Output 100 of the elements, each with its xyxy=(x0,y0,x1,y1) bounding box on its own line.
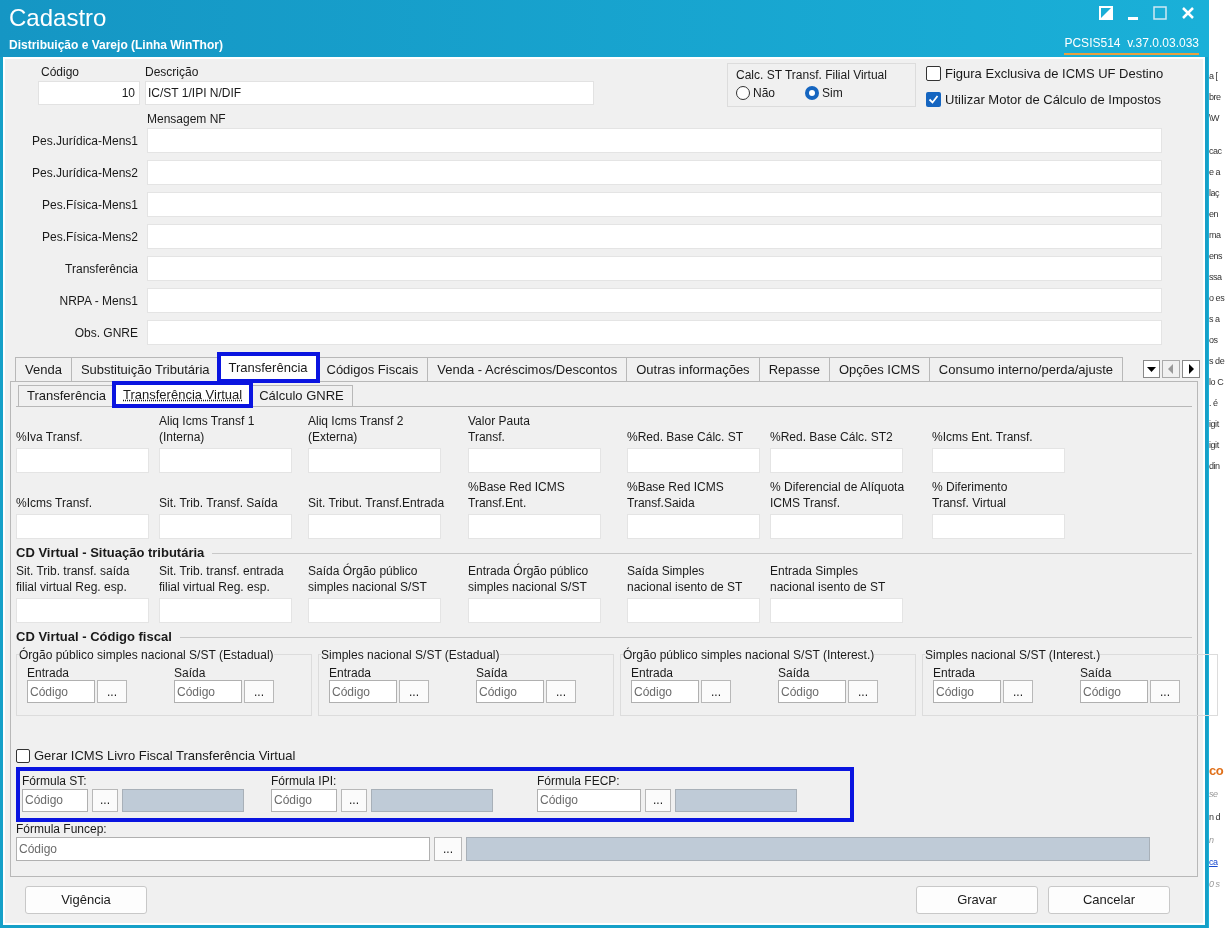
restore-icon[interactable] xyxy=(1099,6,1113,20)
close-icon[interactable] xyxy=(1181,6,1195,20)
browse-button[interactable]: ... xyxy=(434,836,462,861)
browse-button[interactable]: ... xyxy=(244,680,274,703)
radio-option[interactable]: Não xyxy=(736,84,775,102)
field-label: Código xyxy=(40,64,81,81)
check-icon xyxy=(928,93,939,105)
input-field[interactable] xyxy=(770,514,903,539)
scroll-right-icon[interactable] xyxy=(1182,360,1200,378)
code-field[interactable]: Código xyxy=(631,680,699,703)
message-field[interactable] xyxy=(147,160,1162,185)
background-text: s de xyxy=(1209,355,1225,368)
input-field[interactable] xyxy=(468,448,601,473)
checkbox[interactable]: Figura Exclusiva de ICMS UF Destino xyxy=(926,64,1164,84)
code-field[interactable]: Código xyxy=(933,680,1001,703)
field-label: Valor Pauta Transf. xyxy=(468,413,530,445)
field-label: Saída xyxy=(1080,665,1113,680)
dropdown-icon[interactable] xyxy=(1143,360,1160,378)
input-field[interactable] xyxy=(770,448,903,473)
checkbox[interactable]: Gerar ICMS Livro Fiscal Transferência Virtual xyxy=(16,746,296,766)
field-label: Sit. Trib. transf. entrada filial virtual Reg. esp. xyxy=(159,563,284,595)
code-field[interactable]: Código xyxy=(174,680,242,703)
background-text: os xyxy=(1209,334,1218,347)
checkbox[interactable]: Utilizar Motor de Cálculo de Impostos xyxy=(926,89,1164,109)
tab[interactable]: Cálculo GNRE xyxy=(250,385,353,406)
input-field[interactable] xyxy=(159,598,292,623)
tab[interactable]: Transferência xyxy=(18,385,115,406)
button[interactable]: Cancelar xyxy=(1048,886,1170,914)
maximize-icon[interactable] xyxy=(1153,6,1167,20)
tab[interactable]: Transferência xyxy=(218,354,318,381)
message-field[interactable] xyxy=(147,224,1162,249)
browse-button[interactable]: ... xyxy=(546,680,576,703)
input-field[interactable] xyxy=(932,514,1065,539)
input-field[interactable] xyxy=(627,514,760,539)
browse-button[interactable]: ... xyxy=(848,680,878,703)
message-field[interactable] xyxy=(147,256,1162,281)
code-field[interactable]: Código xyxy=(329,680,397,703)
browse-button[interactable]: ... xyxy=(1003,680,1033,703)
browse-button[interactable]: ... xyxy=(92,788,118,812)
code-field[interactable]: Código xyxy=(476,680,544,703)
link[interactable]: ca xyxy=(1209,851,1218,873)
code-field[interactable]: Código xyxy=(537,788,641,812)
input-field[interactable] xyxy=(308,448,441,473)
input-field[interactable] xyxy=(16,514,149,539)
input-field[interactable] xyxy=(159,514,292,539)
background-text: . é xyxy=(1209,397,1218,410)
message-field[interactable] xyxy=(147,288,1162,313)
browse-button[interactable]: ... xyxy=(645,788,671,812)
input-field[interactable] xyxy=(468,514,601,539)
button[interactable]: Gravar xyxy=(916,886,1038,914)
code-field[interactable]: Código xyxy=(271,788,337,812)
input-field[interactable] xyxy=(932,448,1065,473)
browse-button[interactable]: ... xyxy=(701,680,731,703)
field-label: Fórmula IPI: xyxy=(271,772,338,789)
description-field[interactable]: IC/ST 1/IPI N/DIF xyxy=(145,81,594,105)
input-field[interactable] xyxy=(159,448,292,473)
tab[interactable]: Transferência Virtual xyxy=(114,383,252,406)
message-field[interactable] xyxy=(147,128,1162,153)
background-text: o es xyxy=(1209,292,1225,305)
field-label: NRPA - Mens1 xyxy=(58,292,139,310)
field-label: %Icms Ent. Transf. xyxy=(932,429,1033,445)
browse-button[interactable]: ... xyxy=(341,788,367,812)
code-field[interactable]: Código xyxy=(1080,680,1148,703)
radio-option[interactable]: Sim xyxy=(805,84,843,102)
code-field[interactable]: Código xyxy=(778,680,846,703)
field-label: Saída Simples nacional isento de ST xyxy=(627,563,743,595)
tab[interactable]: Consumo interno/perda/ajuste xyxy=(928,357,1124,381)
code-field[interactable]: 10 xyxy=(38,81,140,105)
code-field[interactable]: Código xyxy=(16,836,430,861)
browse-button[interactable]: ... xyxy=(399,680,429,703)
input-field[interactable] xyxy=(468,598,601,623)
input-field[interactable] xyxy=(16,448,149,473)
field-label: %Base Red ICMS Transf.Ent. xyxy=(468,479,565,511)
tab[interactable]: Substituição Tributária xyxy=(70,357,220,381)
group-label: Órgão público simples nacional S/ST (Estadual) xyxy=(19,646,274,664)
tab[interactable]: Venda xyxy=(15,357,72,381)
input-field[interactable] xyxy=(627,598,760,623)
message-field[interactable] xyxy=(147,192,1162,217)
input-field[interactable] xyxy=(16,598,149,623)
code-field[interactable]: Código xyxy=(22,788,88,812)
input-field[interactable] xyxy=(627,448,760,473)
button[interactable]: Vigência xyxy=(25,886,147,914)
field-label: Pes.Física-Mens1 xyxy=(40,196,139,214)
field-label: % Diferimento Transf. Virtual xyxy=(932,479,1008,511)
field-label: Fórmula ST: xyxy=(22,772,88,789)
code-field[interactable]: Código xyxy=(27,680,95,703)
group-label: Órgão público simples nacional S/ST (Interest.) xyxy=(623,646,875,664)
input-field[interactable] xyxy=(308,598,441,623)
field-label: Obs. GNRE xyxy=(73,324,139,342)
version-label: PCSIS514 v.37.0.03.033 xyxy=(1064,34,1199,55)
browse-button[interactable]: ... xyxy=(97,680,127,703)
input-field[interactable] xyxy=(770,598,903,623)
field-label: Entrada Simples nacional isento de ST xyxy=(770,563,886,595)
field-label: %Icms Transf. xyxy=(16,495,92,511)
field-label: Descrição xyxy=(145,64,200,81)
message-field[interactable] xyxy=(147,320,1162,345)
section-title: CD Virtual - Situação tributária xyxy=(16,544,206,563)
input-field[interactable] xyxy=(308,514,441,539)
browse-button[interactable]: ... xyxy=(1150,680,1180,703)
background-text: ssa xyxy=(1209,271,1222,284)
